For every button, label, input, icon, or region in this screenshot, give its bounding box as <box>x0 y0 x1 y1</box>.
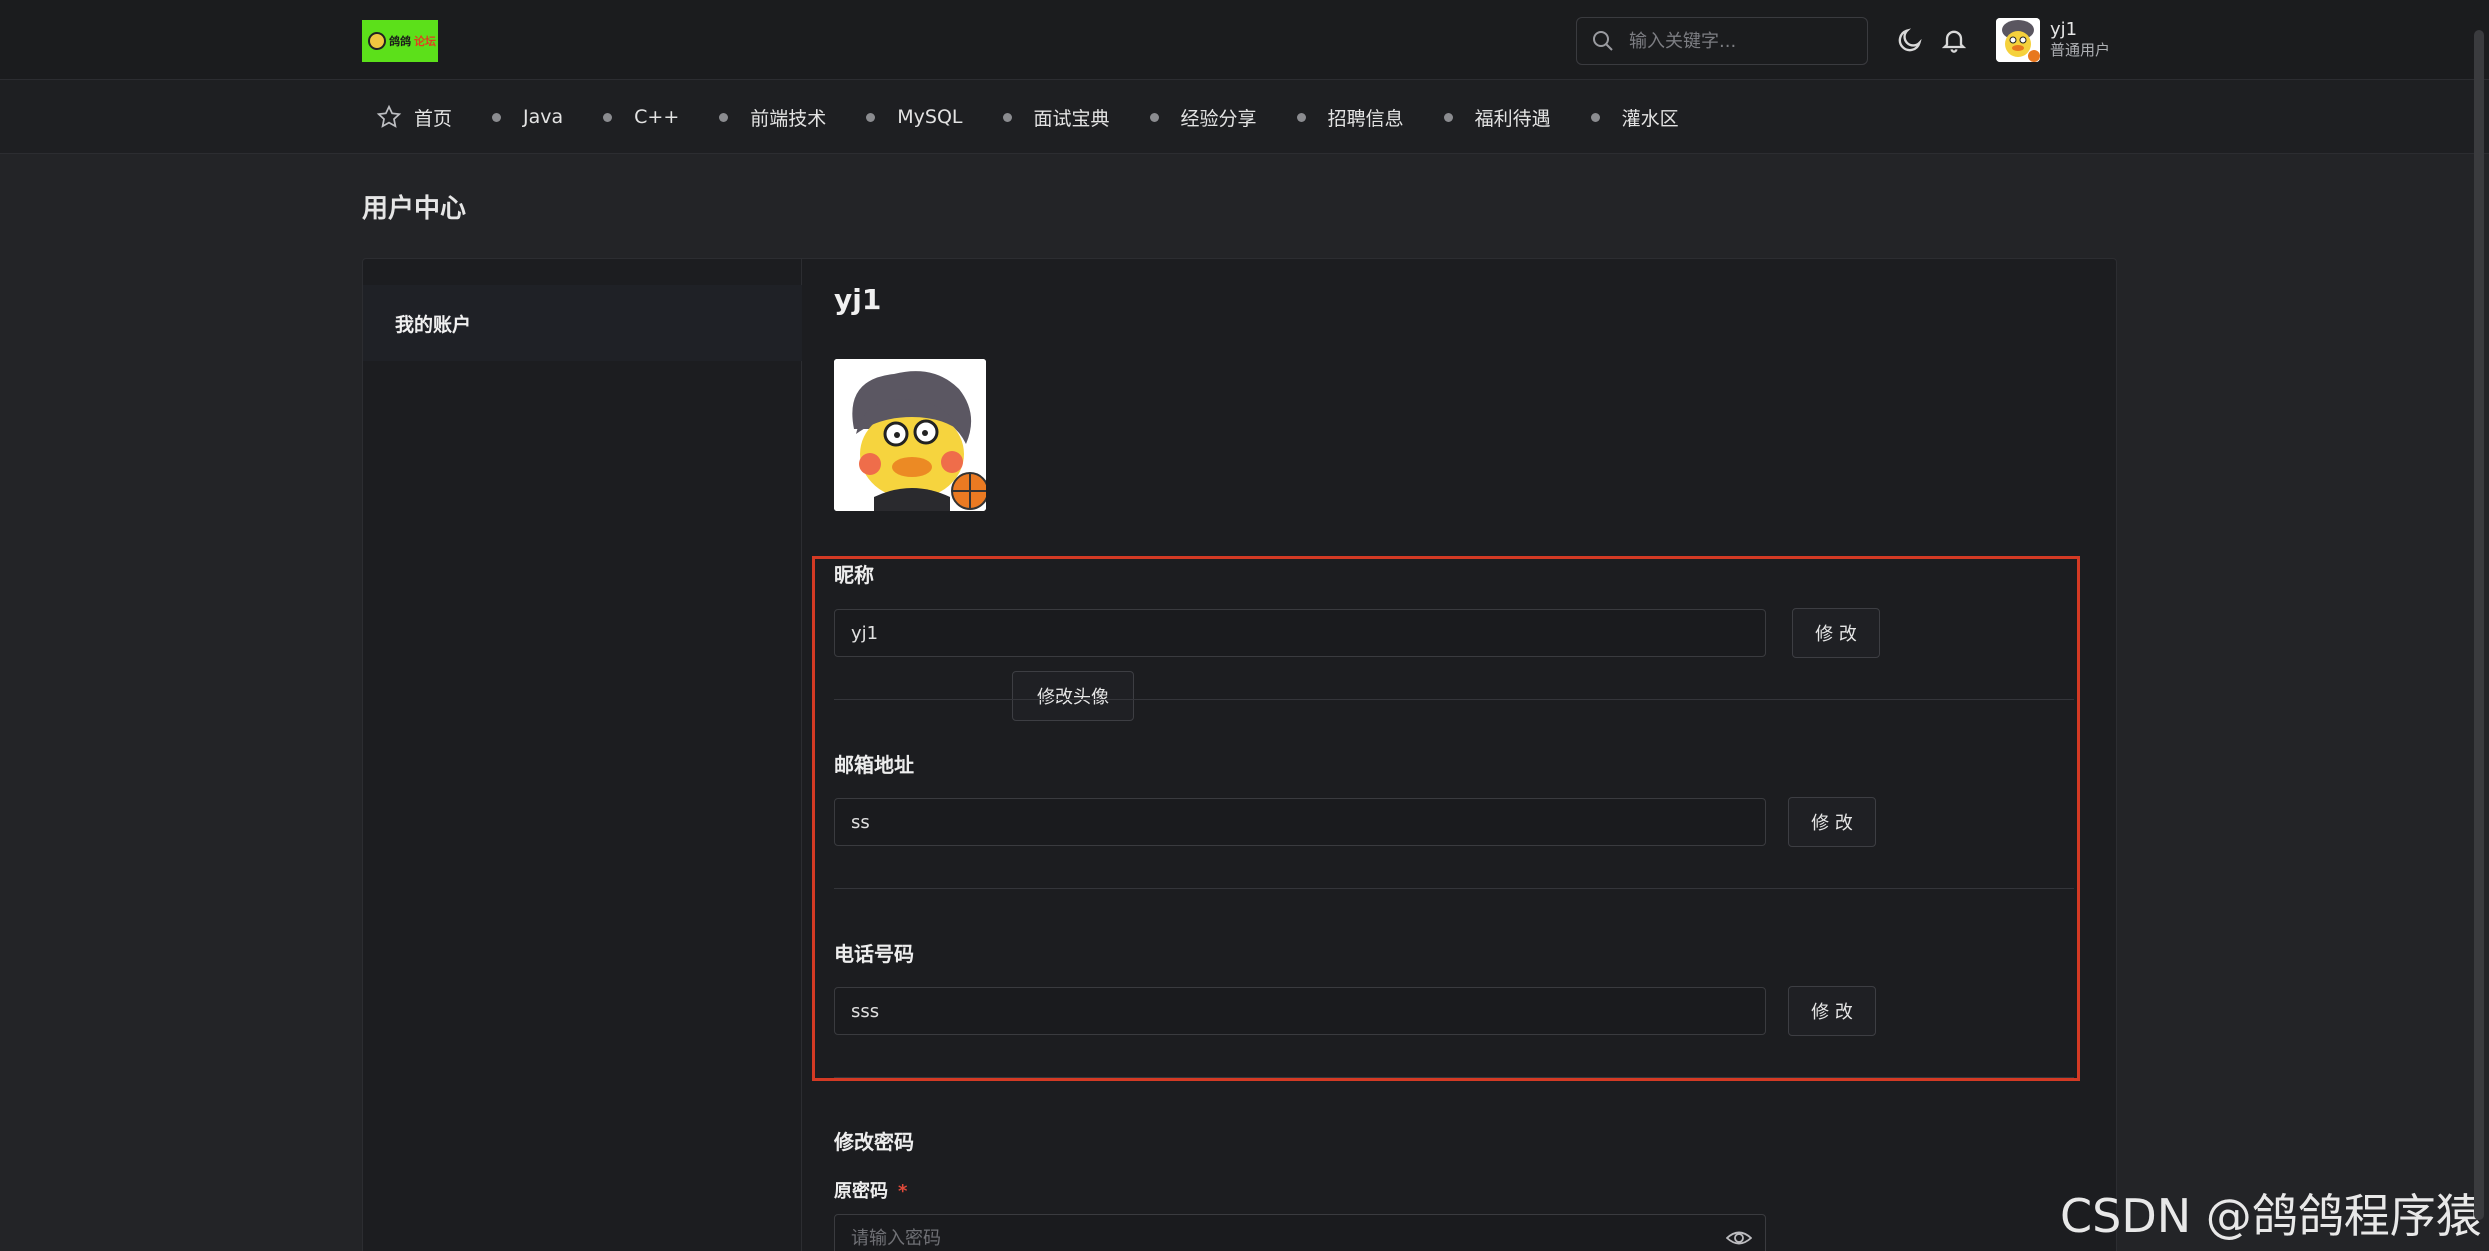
sidebar-item-my-account[interactable]: 我的账户 <box>363 285 802 361</box>
nav-label: 招聘信息 <box>1327 107 1404 130</box>
nav-item-benefits[interactable]: 福利待遇 <box>1443 104 1551 131</box>
header-user-name: yj1 <box>2050 19 2078 40</box>
bullet-dot-icon <box>866 112 876 122</box>
nav-item-cpp[interactable]: C++ <box>603 106 679 128</box>
nav-item-interview[interactable]: 面试宝典 <box>1002 104 1110 131</box>
nav-label: 面试宝典 <box>1033 107 1110 130</box>
nav-label: 前端技术 <box>750 107 827 130</box>
nav-item-mysql[interactable]: MySQL <box>866 106 963 128</box>
top-header: 鸽鸽论坛 yj1 普通用户 <box>0 0 2489 80</box>
bullet-dot-icon <box>1002 112 1012 122</box>
nav-item-jobs[interactable]: 招聘信息 <box>1296 104 1404 131</box>
category-nav: 首页 Java C++ 前端技术 MySQL 面试宝典 经验分享 招聘信息 福利… <box>0 80 2489 154</box>
scrollbar[interactable] <box>2474 30 2484 1220</box>
eye-icon[interactable] <box>1726 1227 1752 1249</box>
required-asterisk: * <box>898 1181 908 1202</box>
watermark: CSDN @鸽鸽程序猿 <box>2060 1189 2482 1243</box>
header-user-menu[interactable]: yj1 普通用户 <box>1996 18 2110 62</box>
nav-label: 经验分享 <box>1180 107 1257 130</box>
nav-item-java[interactable]: Java <box>492 106 563 128</box>
site-logo[interactable]: 鸽鸽 论坛 <box>362 20 438 62</box>
bullet-dot-icon <box>1590 112 1600 122</box>
nav-label: 灌水区 <box>1621 107 1679 130</box>
notification-bell-icon[interactable] <box>1940 26 1968 54</box>
bullet-dot-icon <box>1149 112 1159 122</box>
nav-label: 福利待遇 <box>1474 107 1551 130</box>
avatar-duck-icon <box>834 359 986 511</box>
nav-item-chat[interactable]: 灌水区 <box>1590 104 1679 131</box>
star-icon <box>376 104 402 128</box>
header-avatar[interactable] <box>1996 18 2040 62</box>
bullet-dot-icon <box>603 112 613 122</box>
search-box[interactable] <box>1576 17 1868 65</box>
dark-mode-moon-icon[interactable] <box>1896 26 1924 54</box>
old-password-input[interactable] <box>834 1214 1766 1251</box>
nav-label: 首页 <box>414 107 453 130</box>
password-section-title: 修改密码 <box>834 1130 914 1154</box>
page-title: 用户中心 <box>362 194 467 224</box>
logo-text-accent: 论坛 <box>414 35 436 48</box>
bullet-dot-icon <box>719 112 729 122</box>
nav-label: MySQL <box>897 106 963 128</box>
avatar-duck-icon <box>1996 18 2040 62</box>
search-input[interactable] <box>1629 30 1849 52</box>
nav-item-home[interactable]: 首页 <box>376 104 452 131</box>
profile-user-name: yj1 <box>834 283 882 316</box>
old-password-label: 原密码 * <box>834 1177 907 1203</box>
old-password-label-text: 原密码 <box>834 1181 888 1202</box>
bullet-dot-icon <box>492 112 502 122</box>
nav-item-experience[interactable]: 经验分享 <box>1149 104 1257 131</box>
bullet-dot-icon <box>1296 112 1306 122</box>
logo-mascot-icon <box>368 32 386 50</box>
logo-text: 鸽鸽 <box>389 35 411 48</box>
nav-item-frontend[interactable]: 前端技术 <box>719 104 826 131</box>
nav-label: C++ <box>634 106 680 128</box>
annotation-highlight-box <box>812 556 2080 1081</box>
sidebar: 我的账户 <box>363 259 802 1251</box>
bullet-dot-icon <box>1443 112 1453 122</box>
header-user-role: 普通用户 <box>2050 41 2111 59</box>
search-icon <box>1593 31 1613 51</box>
nav-label: Java <box>523 106 564 128</box>
profile-avatar <box>834 359 986 511</box>
